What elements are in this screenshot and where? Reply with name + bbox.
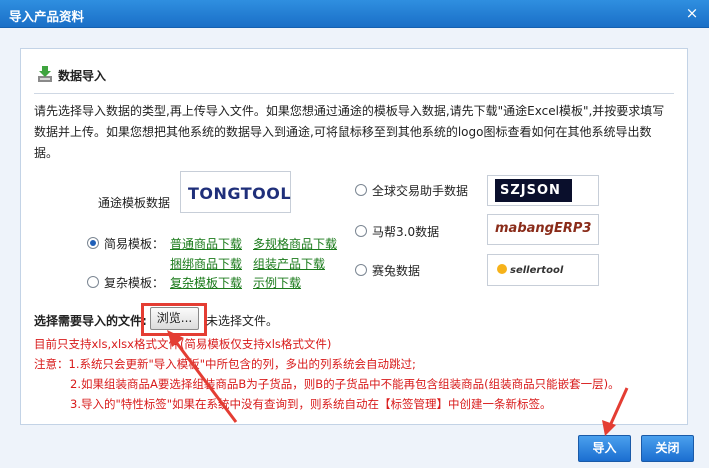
complex-template-label: 复杂模板： <box>104 276 165 290</box>
szjson-label: 全球交易助手数据 <box>372 184 469 198</box>
szjson-logo-text: SZJSON <box>495 179 572 202</box>
format-note: 目前只支持xls,xlsx格式文件(简易模板仅支持xls格式文件) <box>34 337 332 351</box>
bundle-download-link[interactable]: 捆绑商品下载 <box>170 255 242 272</box>
sellertool-logo[interactable]: sellertool <box>487 254 599 286</box>
sellertool-logo-mark <box>497 264 507 274</box>
dialog-title: 导入产品资料 <box>9 9 85 24</box>
mabang-radio[interactable] <box>355 225 367 237</box>
sellertool-label: 赛兔数据 <box>372 264 421 278</box>
example-download-link[interactable]: 示例下载 <box>253 274 301 291</box>
intro-text: 请先选择导入数据的类型,再上传导入文件。如果您想通过通途的模板导入数据,请先下载… <box>34 104 665 160</box>
note-3: 3.导入的"特性标签"如果在系统中没有查询到，则系统自动在【标签管理】中创建一条… <box>70 397 552 411</box>
import-button[interactable]: 导入 <box>578 435 631 462</box>
mabang-label: 马帮3.0数据 <box>372 225 440 239</box>
tongtool-label: 通途模板数据 <box>98 196 171 210</box>
sellertool-logo-text: sellertool <box>510 265 564 276</box>
close-button[interactable]: 关闭 <box>641 435 694 462</box>
normal-product-download-link[interactable]: 普通商品下载 <box>170 235 242 252</box>
note-2: 2.如果组装商品A要选择组装商品B为子货品，则B的子货品中不能再包含组装商品(组… <box>70 377 620 391</box>
browse-button[interactable]: 浏览... <box>150 307 199 330</box>
mabang-logo[interactable]: mabangERP3 <box>487 214 599 245</box>
szjson-logo[interactable]: SZJSON <box>487 175 599 206</box>
complex-template-radio[interactable] <box>87 276 99 288</box>
assembly-download-link[interactable]: 组装产品下载 <box>253 255 325 272</box>
note-1: 注意：1.系统只会更新"导入模板"中所包含的列，多出的列系统会自动跳过; <box>34 357 416 371</box>
close-icon[interactable]: × <box>684 5 700 21</box>
simple-template-label: 简易模板： <box>104 237 165 251</box>
mabang-logo-text: mabangERP3 <box>495 221 592 236</box>
title-bar: 导入产品资料 × <box>0 0 709 28</box>
file-status-text: 未选择文件。 <box>206 314 279 328</box>
complex-template-download-link[interactable]: 复杂模板下载 <box>170 274 242 291</box>
tongtool-logo[interactable]: TONGTOOL <box>180 171 291 213</box>
sellertool-radio[interactable] <box>355 264 367 276</box>
simple-template-radio[interactable] <box>87 237 99 249</box>
szjson-radio[interactable] <box>355 184 367 196</box>
tongtool-logo-text: TONGTOOL <box>188 184 292 203</box>
download-icon <box>38 66 52 82</box>
section-title: 数据导入 <box>58 69 107 83</box>
multi-spec-download-link[interactable]: 多规格商品下载 <box>253 235 337 252</box>
divider <box>34 93 674 94</box>
file-select-prompt: 选择需要导入的文件: <box>34 314 147 328</box>
